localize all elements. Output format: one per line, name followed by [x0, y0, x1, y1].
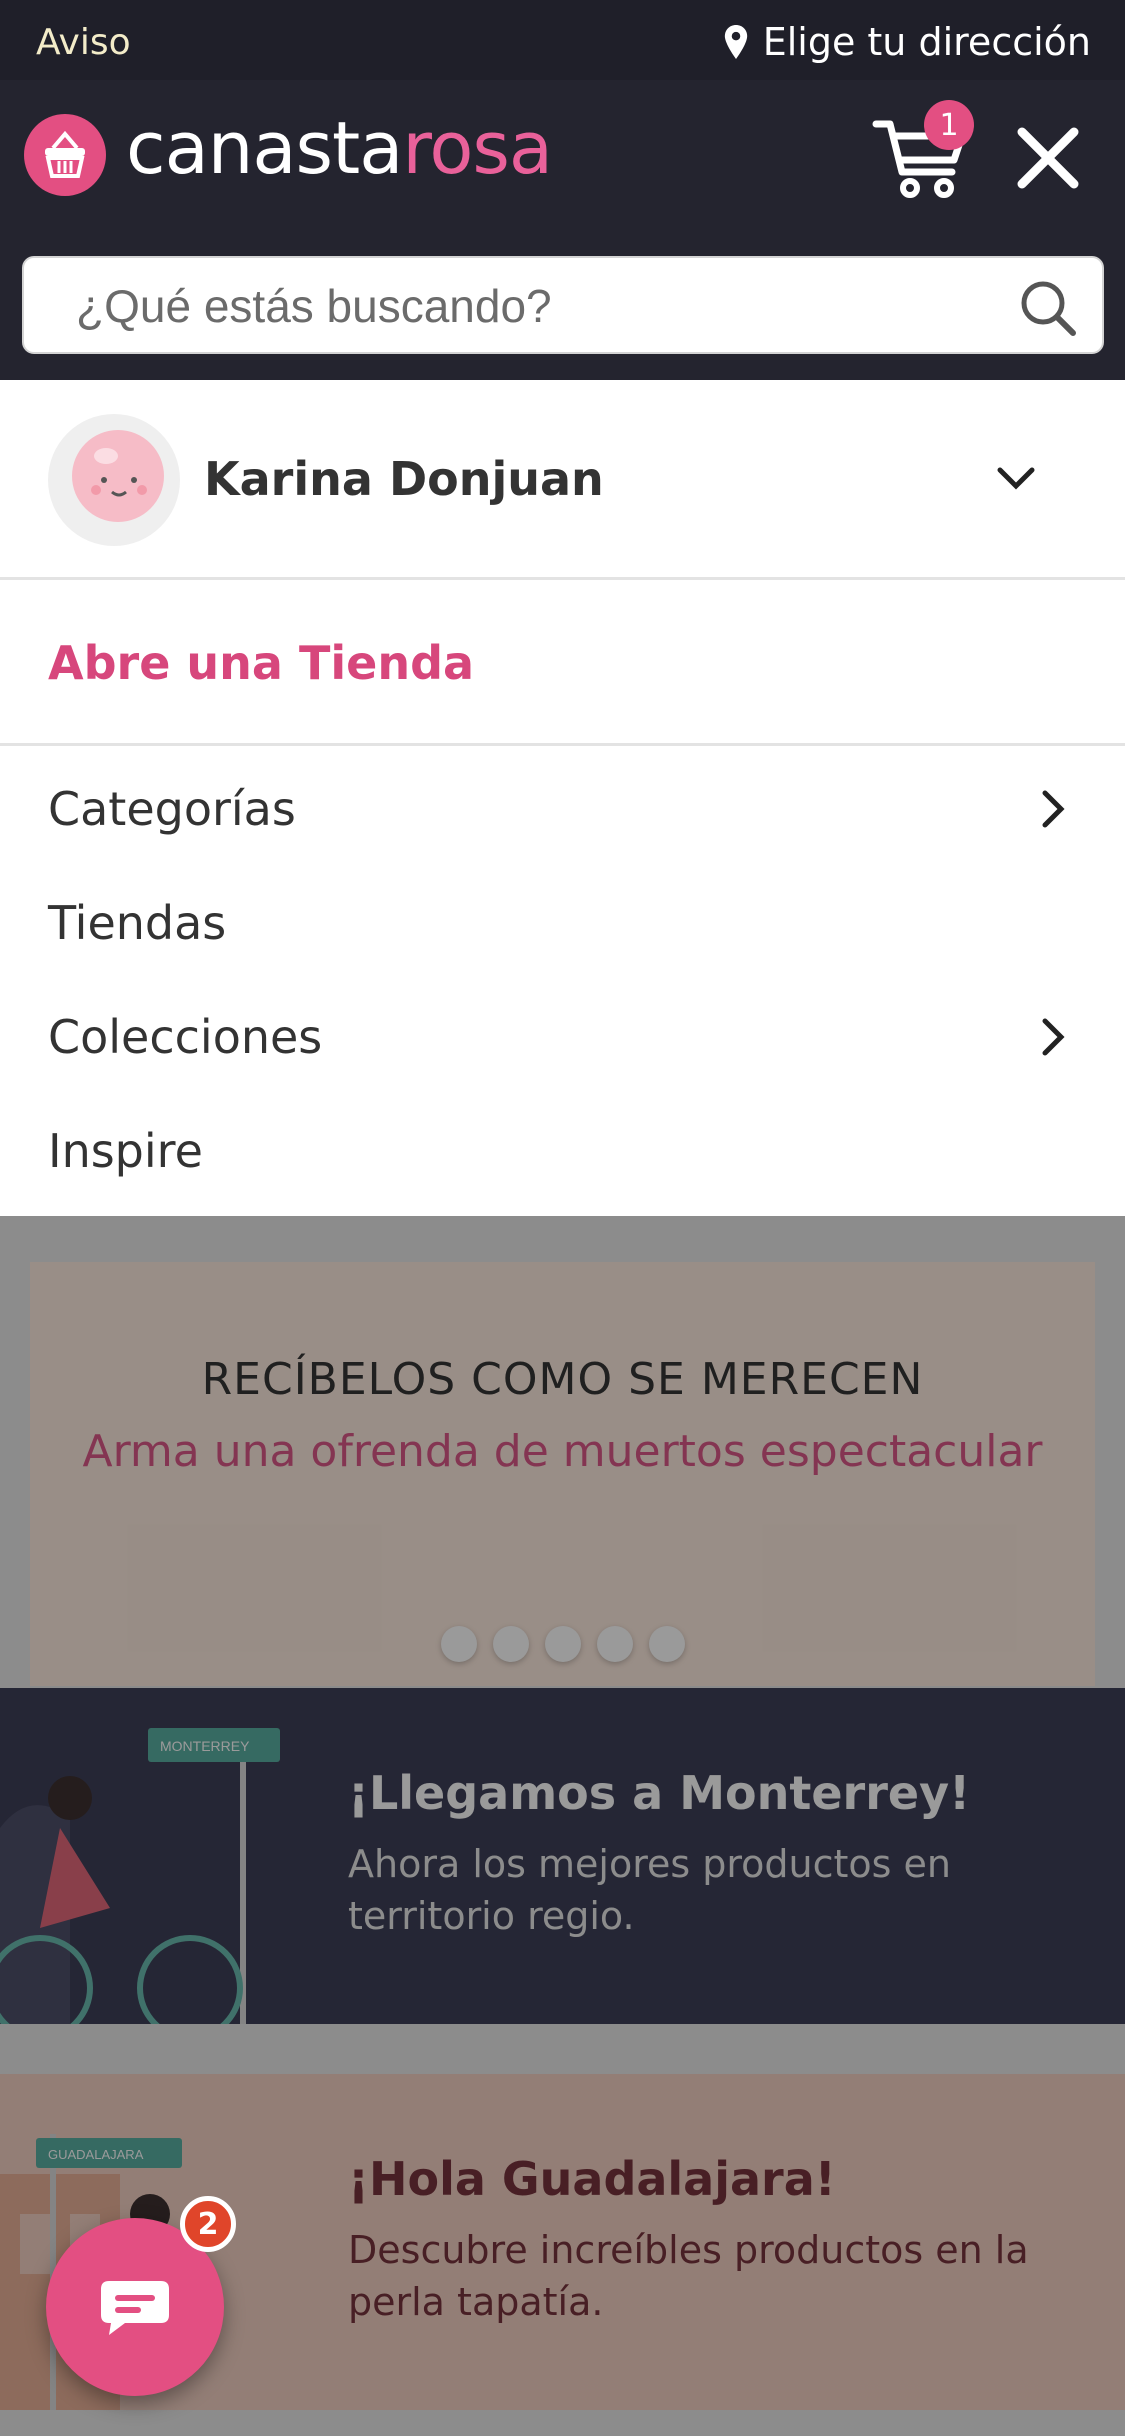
open-store-row[interactable]: Abre una Tienda — [0, 580, 1125, 746]
chevron-right-icon — [1042, 1018, 1065, 1056]
logo-part-canasta: canasta — [126, 106, 403, 190]
menu-item-label: Tiendas — [48, 896, 227, 950]
user-name: Karina Donjuan — [204, 452, 604, 506]
logo-wordmark[interactable]: canastarosa — [126, 106, 553, 190]
search-input[interactable] — [76, 280, 976, 332]
chat-icon — [101, 2281, 169, 2335]
user-account-row[interactable]: Karina Donjuan — [0, 380, 1125, 580]
notice-bar: Aviso Elige tu dirección — [0, 0, 1125, 80]
close-icon[interactable] — [1012, 122, 1084, 194]
menu-item-inspire[interactable]: Inspire — [0, 1094, 1125, 1208]
menu-item-colecciones[interactable]: Colecciones — [0, 980, 1125, 1094]
menu-item-tiendas[interactable]: Tiendas — [0, 866, 1125, 980]
map-pin-icon — [724, 25, 747, 59]
menu-item-label: Colecciones — [48, 1010, 323, 1064]
chevron-down-icon[interactable] — [994, 464, 1038, 494]
notice-link[interactable]: Aviso — [36, 22, 131, 63]
avatar — [48, 414, 180, 546]
logo-part-rosa: rosa — [402, 106, 553, 190]
menu-item-categorias[interactable]: Categorías — [0, 752, 1125, 866]
chat-notification-badge: 2 — [180, 2196, 236, 2252]
address-selector[interactable]: Elige tu dirección — [723, 20, 1091, 64]
address-label: Elige tu dirección — [762, 20, 1091, 64]
cart-count-badge: 1 — [924, 100, 974, 150]
search-icon[interactable] — [1018, 278, 1078, 338]
basket-logo-icon[interactable] — [24, 114, 106, 196]
open-store-link[interactable]: Abre una Tienda — [48, 636, 474, 690]
search-bar-container — [0, 226, 1125, 380]
header: canastarosa 1 — [0, 80, 1125, 226]
side-menu: Karina Donjuan Abre una Tienda Categoría… — [0, 380, 1125, 1216]
menu-item-label: Inspire — [48, 1124, 203, 1178]
chevron-right-icon — [1042, 790, 1065, 828]
menu-item-label: Categorías — [48, 782, 296, 836]
search-box — [22, 256, 1104, 354]
